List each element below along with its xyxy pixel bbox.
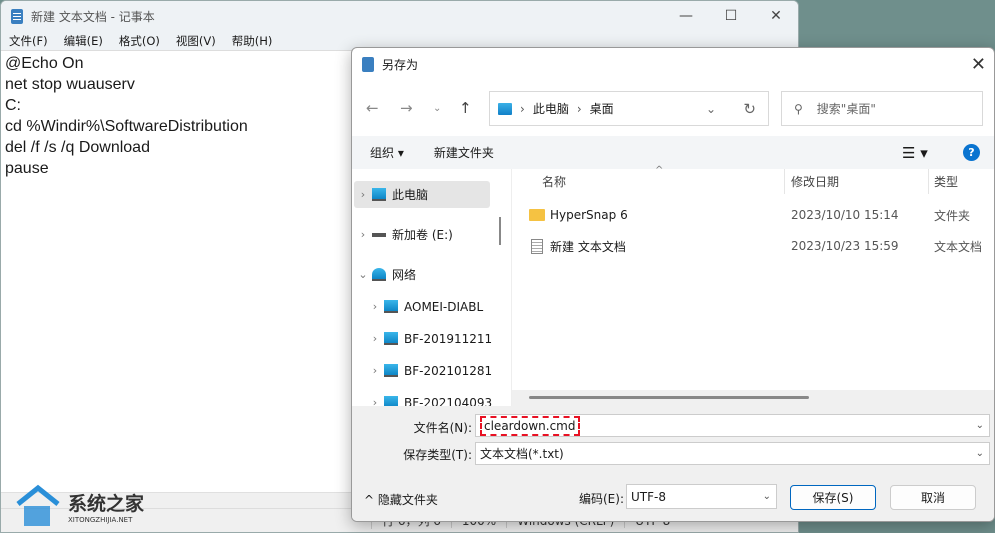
- nav-item-computer[interactable]: › AOMEI-DIABL: [366, 293, 502, 320]
- nav-scrollbar[interactable]: [499, 217, 501, 245]
- column-type[interactable]: 类型: [928, 169, 958, 194]
- address-bar[interactable]: › 此电脑 › 桌面 ⌄ ↻: [489, 91, 769, 126]
- dialog-title: 另存为: [382, 58, 419, 72]
- chevron-down-icon[interactable]: ⌄: [976, 420, 984, 431]
- address-dropdown-icon[interactable]: ⌄: [706, 102, 716, 116]
- watermark-name: 系统之家: [68, 492, 145, 515]
- watermark-logo: 系统之家 XITONGZHIJIA.NET: [14, 484, 144, 528]
- column-date[interactable]: 修改日期: [784, 169, 839, 194]
- folder-icon: [529, 209, 545, 221]
- menu-help[interactable]: 帮助(H): [232, 33, 273, 49]
- filename-value: cleardown.cmd: [480, 415, 580, 436]
- menu-edit[interactable]: 编辑(E): [64, 33, 103, 49]
- search-placeholder: 搜索"桌面": [816, 102, 876, 116]
- computer-icon: [498, 102, 512, 115]
- computer-icon: [372, 188, 386, 201]
- sort-ascending-icon: ^: [655, 165, 664, 176]
- file-list: ^ 名称 修改日期 类型 HyperSnap 6 2023/10/10 15:1…: [511, 165, 994, 406]
- command-bar: 组织 ▾ 新建文件夹 ☰ ▾ ?: [352, 136, 994, 169]
- nav-item-this-pc[interactable]: › 此电脑: [354, 181, 490, 208]
- navigation-pane: › 此电脑 › 新加卷 (E:) ⌄ 网络 › AOMEI-DIABL › BF-2019…: [352, 169, 504, 406]
- forward-arrow-icon[interactable]: →: [400, 99, 413, 117]
- up-arrow-icon[interactable]: ↑: [459, 99, 472, 117]
- notepad-title: 新建 文本文档 - 记事本: [31, 9, 155, 24]
- nav-item-network[interactable]: ⌄ 网络: [354, 261, 490, 288]
- watermark-url: XITONGZHIJIA.NET: [68, 515, 133, 524]
- minimize-button[interactable]: —: [663, 1, 709, 31]
- filename-label: 文件名(N):: [413, 421, 472, 435]
- cancel-button[interactable]: 取消: [890, 485, 976, 510]
- search-icon: ⚲: [794, 101, 803, 116]
- save-as-dialog: 另存为 ✕ ← → ⌄ ↑ › 此电脑 › 桌面 ⌄ ↻ ⚲ 搜索"桌面" 组织…: [351, 47, 995, 522]
- text-file-icon: [531, 238, 543, 254]
- refresh-icon[interactable]: ↻: [743, 100, 756, 118]
- file-row[interactable]: HyperSnap 6 2023/10/10 15:14 文件夹: [529, 203, 994, 227]
- nav-item-computer[interactable]: › BF-202104093: [366, 389, 502, 406]
- dialog-close-button[interactable]: ✕: [971, 54, 986, 75]
- column-name[interactable]: 名称: [542, 169, 566, 194]
- filetype-select[interactable]: 文本文档(*.txt) ⌄: [475, 442, 990, 465]
- maximize-button[interactable]: ☐: [708, 1, 754, 31]
- close-button[interactable]: ✕: [753, 1, 798, 31]
- notepad-icon: [11, 8, 23, 24]
- organize-button[interactable]: 组织 ▾: [370, 144, 404, 161]
- file-row[interactable]: 新建 文本文档 2023/10/23 15:59 文本文档: [529, 234, 994, 258]
- filetype-label: 保存类型(T):: [403, 448, 472, 462]
- file-list-scrollbar[interactable]: [512, 390, 994, 406]
- back-arrow-icon[interactable]: ←: [366, 99, 379, 117]
- hide-folders-toggle[interactable]: ^ 隐藏文件夹: [364, 491, 438, 508]
- notepad-icon: [362, 57, 374, 72]
- chevron-down-icon: ⌄: [762, 491, 771, 502]
- computer-icon: [384, 300, 398, 313]
- menu-format[interactable]: 格式(O): [119, 33, 160, 49]
- nav-item-computer[interactable]: › BF-201911211: [366, 325, 502, 352]
- breadcrumb-this-pc[interactable]: 此电脑: [533, 100, 569, 117]
- computer-icon: [384, 364, 398, 377]
- breadcrumb-desktop[interactable]: 桌面: [590, 100, 614, 117]
- filename-input[interactable]: cleardown.cmd ⌄: [475, 414, 990, 437]
- house-logo-icon: [16, 484, 60, 526]
- search-box[interactable]: ⚲ 搜索"桌面": [781, 91, 983, 126]
- dialog-titlebar: 另存为: [352, 48, 994, 81]
- chevron-down-icon: ⌄: [975, 448, 984, 459]
- new-folder-button[interactable]: 新建文件夹: [434, 144, 494, 161]
- computer-icon: [384, 396, 398, 406]
- computer-icon: [384, 332, 398, 345]
- menu-view[interactable]: 视图(V): [176, 33, 216, 49]
- network-icon: [372, 268, 386, 281]
- nav-item-computer[interactable]: › BF-202101281: [366, 357, 502, 384]
- help-icon[interactable]: ?: [963, 144, 980, 161]
- nav-item-drive-e[interactable]: › 新加卷 (E:): [354, 221, 490, 248]
- encoding-label: 编码(E):: [579, 492, 624, 506]
- menu-file[interactable]: 文件(F): [9, 33, 48, 49]
- navigation-bar: ← → ⌄ ↑ › 此电脑 › 桌面 ⌄ ↻ ⚲ 搜索"桌面": [352, 91, 994, 126]
- save-button[interactable]: 保存(S): [790, 485, 876, 510]
- view-options-icon[interactable]: ☰ ▾: [902, 144, 928, 162]
- drive-icon: [372, 232, 386, 237]
- encoding-select[interactable]: UTF-8 ⌄: [626, 484, 777, 509]
- recent-dropdown-icon[interactable]: ⌄: [433, 103, 441, 114]
